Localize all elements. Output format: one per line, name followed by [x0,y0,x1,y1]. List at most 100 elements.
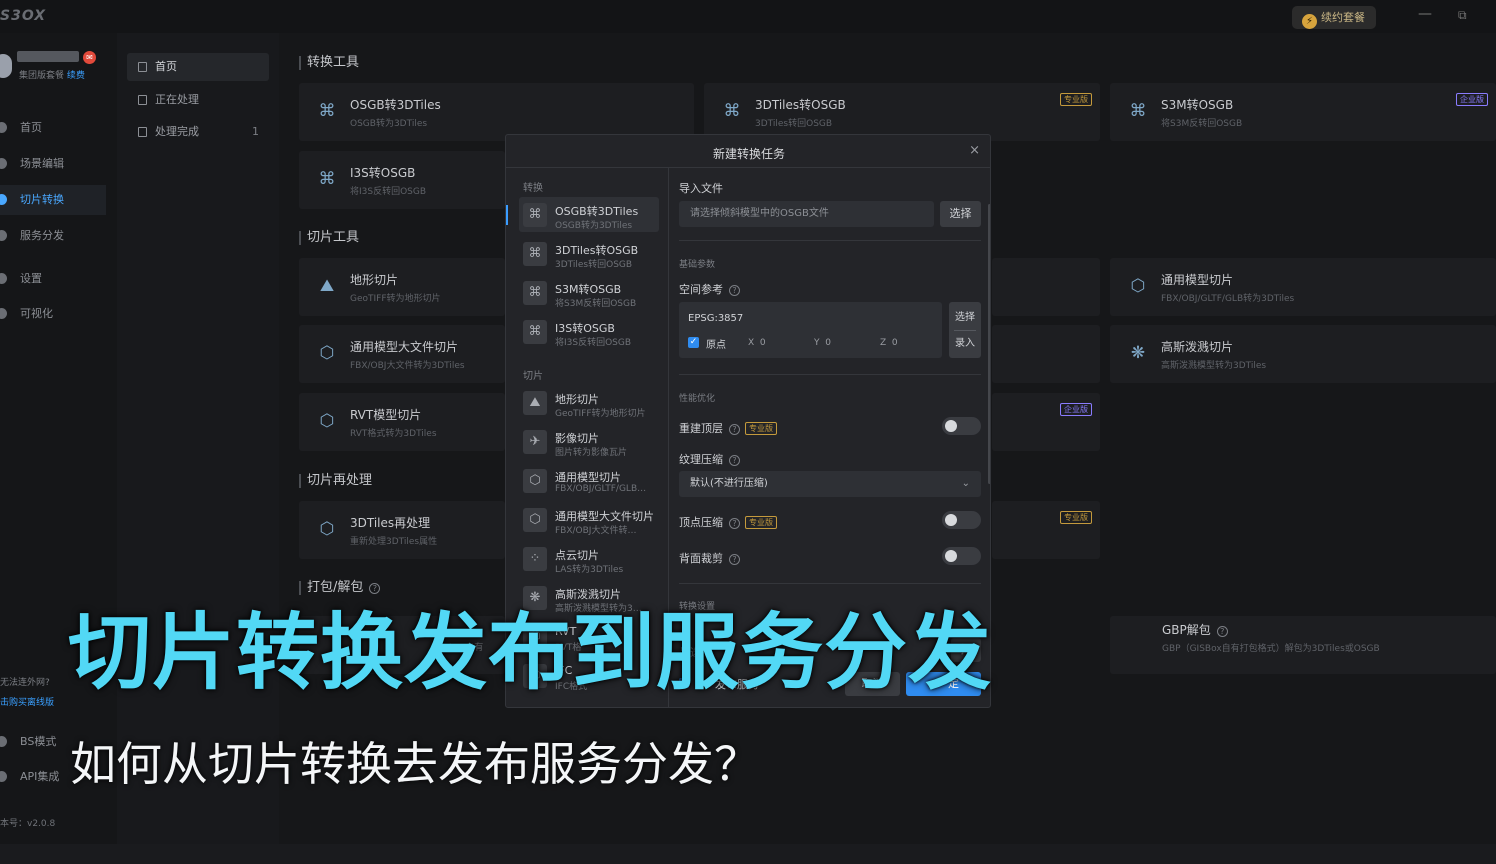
group-label-slice: 切片 [523,371,543,382]
sidebar-item-scene-edit[interactable]: 场景编辑 [0,149,106,179]
task-subtitle: FBX/OBJ/GLTF/GLB… [555,484,647,494]
choose-crs-button[interactable]: 选择 [949,305,981,330]
form-scrollbar[interactable] [988,204,990,484]
card-osgb-to-3dtiles[interactable]: ⌘ OSGB转3DTiles OSGB转为3DTiles [299,83,694,141]
card-gaussian-slice[interactable]: ❋ 高斯泼溅切片 高斯泼溅模型转为3DTiles [1110,325,1496,383]
z-value: 0 [891,338,898,348]
choose-file-button[interactable]: 选择 [940,201,981,227]
slice-icon [0,194,7,205]
card-3dtiles-to-osgb[interactable]: ⌘ 3DTiles转OSGB 3DTiles转回OSGB 专业版 [704,83,1100,141]
restore-button[interactable]: ⧉ [1458,8,1467,23]
import-file-label: 导入文件 [679,182,723,195]
task-title: I3S转OSGB [555,322,615,335]
help-icon[interactable]: ? [1216,626,1228,637]
card-hidden-middle-3[interactable]: 企业版 [992,393,1100,451]
texture-compress-select[interactable]: 默认(不进行压缩) ⌄ [679,471,981,497]
card-s3m-to-osgb[interactable]: ⌘ S3M转OSGB 将S3M反转回OSGB 企业版 [1110,83,1496,141]
card-general-model-slice[interactable]: ⬡ 通用模型切片 FBX/OBJ/GLTF/GLB转为3DTiles [1110,258,1496,316]
task-large-model-slice[interactable]: ⬡ 通用模型大文件切片 FBX/OBJ大文件转… [519,502,659,537]
network-icon: ⌘ [523,203,547,227]
sidebar-item-label: 可视化 [20,307,53,320]
cube-icon: ⬡ [523,469,547,493]
card-rvt-slice[interactable]: ⬡ RVT模型切片 RVT格式转为3DTiles [299,393,505,451]
sidebar-item-visual[interactable]: 可视化 [0,299,106,329]
task-pointcloud-slice[interactable]: ⁘ 点云切片 LAS转为3DTiles [519,541,659,576]
z-coordinate[interactable]: Z 0 [880,338,898,348]
card-terrain-slice[interactable]: ⛰ 地形切片 GeoTIFF转为地形切片 [299,258,505,316]
task-title: 点云切片 [555,549,599,562]
gear-icon [0,273,7,284]
z-label: Z [880,338,887,348]
origin-checkbox[interactable]: ✓ [688,337,699,348]
sidebar-item-home[interactable]: 首页 [0,113,106,143]
vertex-compress-toggle[interactable] [942,511,981,529]
sidebar-item-settings[interactable]: 设置 [0,264,106,294]
subnav-label: 处理完成 [155,125,199,138]
x-label: X [748,338,755,348]
subnav-item-processing[interactable]: 正在处理 [127,86,269,114]
card-hidden-middle-1[interactable] [992,258,1100,316]
card-gbp-unpack[interactable]: GBP解包? GBP（GISBox自有打包格式）解包为3DTiles或OSGB [1110,616,1496,674]
help-icon[interactable]: ? [729,554,740,565]
import-file-input[interactable]: 请选择倾斜模型中的OSGB文件 [679,201,934,227]
epsg-value: EPSG:3857 [688,313,744,324]
task-title: 地形切片 [555,393,599,406]
task-title: 3DTiles转OSGB [555,244,639,257]
task-i3s-to-osgb[interactable]: ⌘ I3S转OSGB 将I3S反转回OSGB [519,314,659,349]
task-subtitle: 图片转为影像瓦片 [555,448,628,458]
task-3dtiles-to-osgb[interactable]: ⌘ 3DTiles转OSGB 3DTiles转回OSGB [519,236,659,271]
cube-icon: ⬡ [319,519,335,539]
pointcloud-icon: ⁘ [523,547,547,571]
help-icon[interactable]: ? [729,285,740,296]
left-sidebar: ✉ 集团版套餐 续费 首页 场景编辑 切片转换 服务分发 设置 可视化 无法连外… [0,33,117,844]
close-icon[interactable]: × [969,143,980,158]
subnav-label: 首页 [155,60,177,73]
task-title: S3M转OSGB [555,283,622,296]
subnav-item-home[interactable]: 首页 [127,53,269,81]
renew-label: 续约套餐 [1321,11,1365,24]
card-i3s-to-osgb[interactable]: ⌘ I3S转OSGB 将I3S反转回OSGB [299,151,505,209]
scene-icon [0,158,7,169]
task-title: 影像切片 [555,432,599,445]
card-hidden-middle-2[interactable] [992,325,1100,383]
help-icon[interactable]: ? [729,518,740,529]
task-subtitle: OSGB转为3DTiles [555,221,633,231]
y-coordinate[interactable]: Y 0 [814,338,831,348]
sidebar-item-service[interactable]: 服务分发 [0,221,106,251]
card-hidden-middle-4[interactable]: 专业版 [992,501,1100,559]
help-icon[interactable]: ? [729,455,740,466]
record-crs-button[interactable]: 录入 [949,331,981,356]
card-large-model-slice[interactable]: ⬡ 通用模型大文件切片 FBX/OBJ大文件转为3DTiles [299,325,505,383]
backface-cull-toggle[interactable] [942,547,981,565]
minimize-button[interactable]: — [1418,6,1432,22]
task-image-slice[interactable]: ✈ 影像切片 图片转为影像瓦片 [519,424,659,459]
task-general-model-slice[interactable]: ⬡ 通用模型切片 FBX/OBJ/GLTF/GLB… [519,463,659,498]
sidebar-item-slice-convert[interactable]: 切片转换 [0,185,106,215]
help-icon[interactable]: ? [369,583,381,594]
task-s3m-to-osgb[interactable]: ⌘ S3M转OSGB 将S3M反转回OSGB [519,275,659,310]
renew-link[interactable]: 续费 [67,71,85,81]
card-subtitle: 高斯泼溅模型转为3DTiles [1161,361,1267,371]
texture-compress-label: 纹理压缩? [679,451,740,467]
section-pack-unpack: 打包/解包? [299,581,381,595]
sidebar-item-label: 场景编辑 [20,157,64,170]
x-coordinate[interactable]: X 0 [748,338,766,348]
avatar[interactable] [0,54,12,78]
origin-label: 原点 [706,340,726,351]
task-title: 通用模型大文件切片 [555,510,654,523]
sidebar-item-label: API集成 [20,770,60,783]
message-icon[interactable]: ✉ [83,51,96,64]
rebuild-top-label: 重建顶层? 专业版 [679,420,777,436]
subnav-item-done[interactable]: 处理完成 1 [127,118,269,146]
renew-plan-button[interactable]: ⚡ 续约套餐 [1292,6,1376,29]
task-osgb-to-3dtiles[interactable]: ⌘ OSGB转3DTiles OSGB转为3DTiles [506,197,659,232]
video-subtitle-overlay: 如何从切片转换去发布服务分发？ [70,737,760,791]
card-title: GBP解包? [1162,621,1228,638]
task-subtitle: LAS转为3DTiles [555,565,624,575]
card-3dtiles-reprocess[interactable]: ⬡ 3DTiles再处理 重新处理3DTiles属性 [299,501,505,559]
task-terrain-slice[interactable]: ⛰ 地形切片 GeoTIFF转为地形切片 [519,385,659,420]
rebuild-top-toggle[interactable] [942,417,981,435]
card-subtitle: GeoTIFF转为地形切片 [350,294,441,304]
rebuild-top-text: 重建顶层 [679,422,723,435]
help-icon[interactable]: ? [729,424,740,435]
